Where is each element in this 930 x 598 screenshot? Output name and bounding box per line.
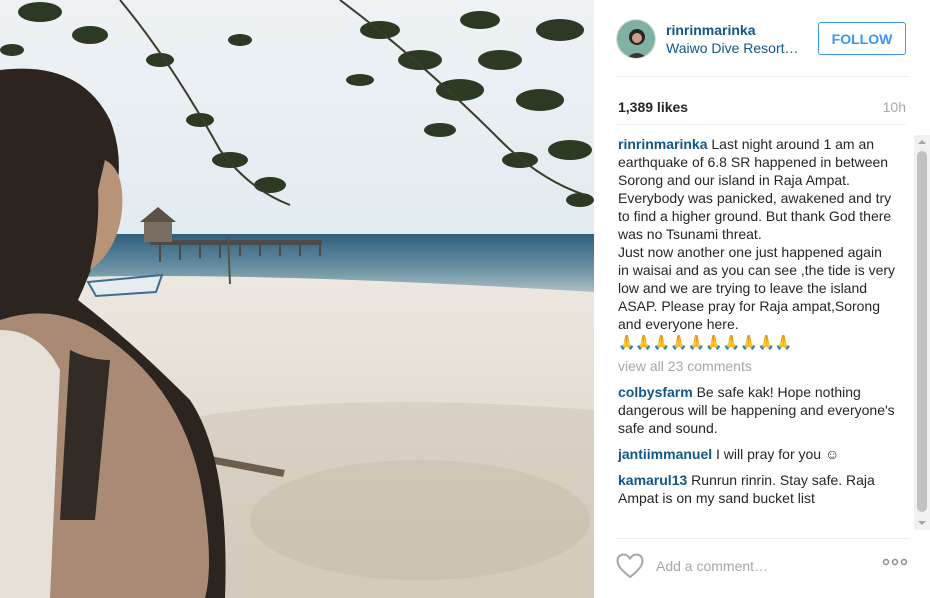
caption-line: Just now another one just happened again… xyxy=(618,244,896,332)
post-details-panel: rinrinmarinka Waiwo Dive Resort… FOLLOW … xyxy=(594,0,930,598)
post-stats: 1,389 likes 10h xyxy=(616,91,906,125)
beach-scene-image xyxy=(0,0,594,598)
caption: rinrinmarinka Last night around 1 am an … xyxy=(618,135,896,351)
comment-item: kamarul13 Runrun rinrin. Stay safe. Raja… xyxy=(618,471,896,507)
caption-line: 🙏🙏🙏🙏🙏🙏🙏🙏🙏🙏 xyxy=(618,334,793,350)
scroll-down-arrow-icon[interactable] xyxy=(914,516,930,530)
add-comment-input[interactable] xyxy=(656,554,866,578)
view-all-comments-link[interactable]: view all 23 comments xyxy=(618,357,896,375)
post-footer xyxy=(616,538,910,590)
avatar-image xyxy=(617,20,655,58)
more-options-icon[interactable] xyxy=(882,558,908,566)
comment-username[interactable]: colbysfarm xyxy=(618,384,693,400)
heart-icon[interactable] xyxy=(616,553,644,579)
comment-item: jantiimmanuel I will pray for you ☺ xyxy=(618,445,896,463)
post-photo[interactable] xyxy=(0,0,594,598)
avatar[interactable] xyxy=(616,19,656,59)
caption-line: Everybody was panicked, awakened and try… xyxy=(618,190,892,242)
scroll-up-arrow-icon[interactable] xyxy=(914,135,930,149)
follow-button[interactable]: FOLLOW xyxy=(818,22,906,55)
scrollbar-thumb[interactable] xyxy=(917,151,927,512)
comment-item: colbysfarm Be safe kak! Hope nothing dan… xyxy=(618,383,896,437)
likes-count[interactable]: 1,389 likes xyxy=(618,99,688,115)
comment-text: I will pray for you ☺ xyxy=(716,446,840,462)
header-username[interactable]: rinrinmarinka xyxy=(666,22,755,38)
post-header: rinrinmarinka Waiwo Dive Resort… FOLLOW xyxy=(616,17,910,77)
comments-list[interactable]: rinrinmarinka Last night around 1 am an … xyxy=(618,135,896,530)
caption-username[interactable]: rinrinmarinka xyxy=(618,136,707,152)
comment-username[interactable]: kamarul13 xyxy=(618,472,687,488)
comments-scrollbar[interactable] xyxy=(914,135,930,530)
post-timestamp[interactable]: 10h xyxy=(883,99,906,115)
location-link[interactable]: Waiwo Dive Resort… xyxy=(666,40,799,56)
comment-username[interactable]: jantiimmanuel xyxy=(618,446,712,462)
